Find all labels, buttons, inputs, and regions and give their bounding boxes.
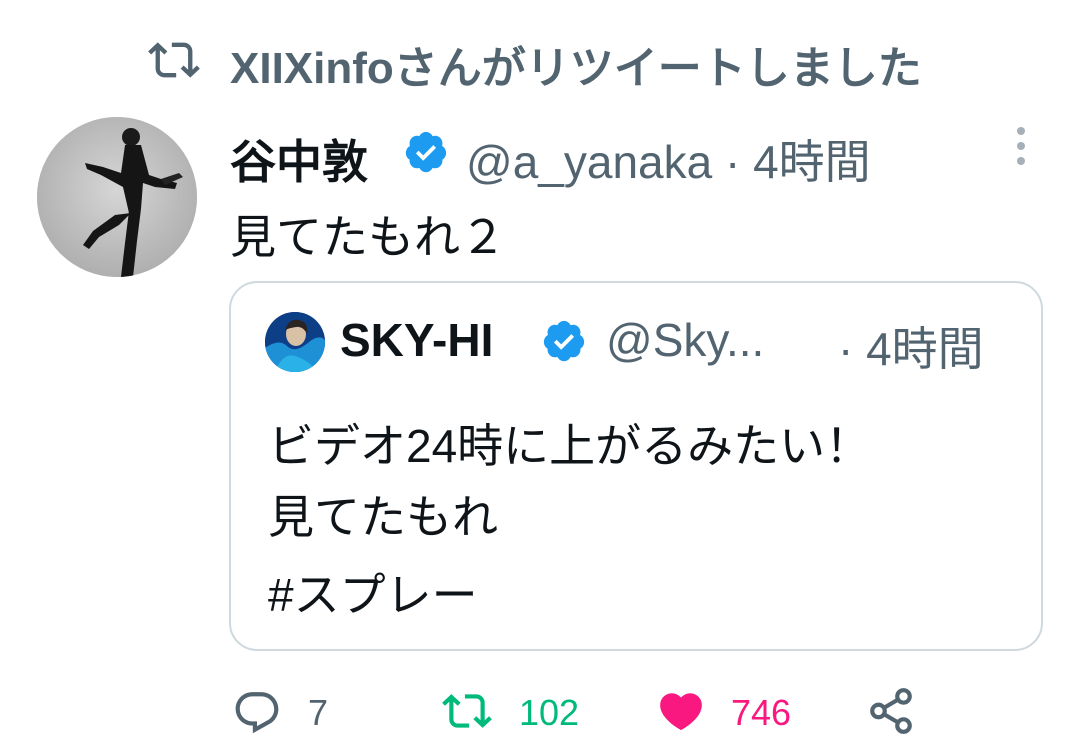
avatar-image <box>37 117 197 277</box>
quote-author-name[interactable]: SKY-HI <box>340 313 493 367</box>
tweet-text: 見てたもれ２ <box>230 211 506 263</box>
retweeted-by-label[interactable]: XIIXinfoさんがリツイートしました <box>230 32 922 96</box>
reply-count: 7 <box>308 692 329 733</box>
like-count: 746 <box>731 692 792 733</box>
more-vertical-icon[interactable] <box>1010 125 1032 167</box>
quote-hashtag[interactable]: #スプレー <box>268 559 478 625</box>
quote-author-avatar[interactable] <box>265 312 325 372</box>
quote-author-handle[interactable]: @Sky... <box>606 313 764 367</box>
author-avatar[interactable] <box>37 117 197 277</box>
retweet-icon[interactable] <box>442 686 492 736</box>
quote-verified-badge-icon <box>543 320 585 362</box>
author-handle-and-time[interactable]: @a_yanaka · 4時間 <box>466 126 871 192</box>
heart-icon[interactable] <box>656 686 706 736</box>
reply-bubble-icon[interactable] <box>232 688 282 738</box>
retweet-header-icon <box>148 42 200 78</box>
quote-avatar-image <box>265 312 325 372</box>
retweet-count: 102 <box>519 692 580 733</box>
quote-text-line: 見てたもれ <box>268 491 498 543</box>
author-name[interactable]: 谷中敦 <box>230 126 368 192</box>
quote-text-line: ビデオ24時に上がるみたい！ <box>268 420 872 472</box>
verified-badge-icon <box>405 131 447 173</box>
share-icon[interactable] <box>866 686 916 736</box>
quote-timestamp[interactable]: · 4時間 <box>838 313 984 379</box>
